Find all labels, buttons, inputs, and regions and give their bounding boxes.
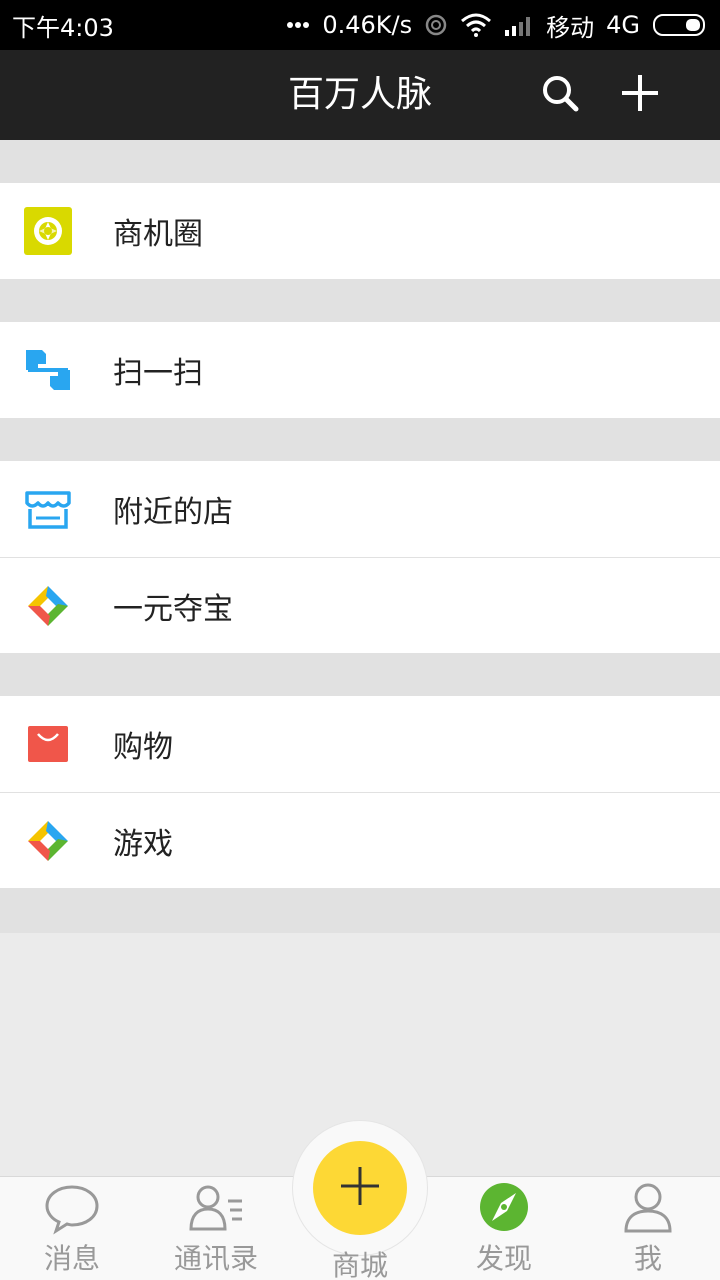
status-time: 下午4:03 [12,13,114,42]
add-button[interactable] [615,70,665,120]
network-type: 4G [606,11,640,39]
divider [0,418,720,461]
scan-icon [24,346,72,394]
tab-label: 发现 [475,1242,532,1275]
tab-label: 商城 [331,1249,388,1280]
divider [0,888,720,933]
search-icon [540,73,580,117]
carrier: 移动 [546,13,595,42]
tab-label: 通讯录 [173,1242,258,1275]
status-bar: 下午4:03 0.46K/s 移动 4G [0,0,720,50]
signal-icon [504,14,534,36]
compass-icon [476,1181,532,1237]
menu-item-nearby-shops[interactable]: 附近的店 [0,461,720,557]
discover-list: 商机圈 扫一扫 附近的店 一元夺宝 购物 游戏 [0,140,720,1176]
menu-item-label: 扫一扫 [113,356,203,391]
contacts-icon [188,1181,244,1237]
pinwheel-icon [24,582,72,630]
network-speed: 0.46K/s [322,11,413,39]
menu-item-one-yuan-treasure[interactable]: 一元夺宝 [0,557,720,653]
tab-me[interactable]: 我 [576,1177,720,1280]
menu-item-label: 一元夺宝 [113,591,233,627]
shopping-bag-icon [24,720,72,768]
divider [0,140,720,183]
tab-discover[interactable]: 发现 [432,1177,576,1280]
menu-item-shopping[interactable]: 购物 [0,696,720,792]
menu-item-scan[interactable]: 扫一扫 [0,322,720,418]
divider [0,653,720,696]
page-title: 百万人脉 [287,74,432,115]
chat-bubble-icon [44,1181,100,1237]
tab-messages[interactable]: 消息 [0,1177,144,1280]
pinwheel-icon [24,817,72,865]
menu-item-business-circle[interactable]: 商机圈 [0,183,720,279]
menu-item-games[interactable]: 游戏 [0,792,720,888]
menu-item-label: 购物 [113,730,173,765]
person-icon [620,1181,676,1237]
menu-item-label: 游戏 [113,826,173,862]
battery-icon [652,13,708,37]
tab-contacts[interactable]: 通讯录 [144,1177,288,1280]
plus-icon [338,1164,382,1212]
plus-icon [620,73,660,117]
mall-button[interactable] [313,1141,407,1235]
aperture-icon [24,207,72,255]
more-dots-icon [286,21,310,29]
tab-label: 我 [633,1242,662,1275]
shop-icon [24,485,72,533]
tab-label: 消息 [43,1242,100,1275]
status-indicators: 0.46K/s 移动 4G [286,8,708,43]
search-button[interactable] [535,70,585,120]
divider [0,279,720,322]
wifi-icon [460,13,492,37]
menu-item-label: 附近的店 [113,495,233,530]
title-bar: 百万人脉 [0,50,720,140]
menu-item-label: 商机圈 [113,217,203,252]
sync-icon [424,13,448,37]
